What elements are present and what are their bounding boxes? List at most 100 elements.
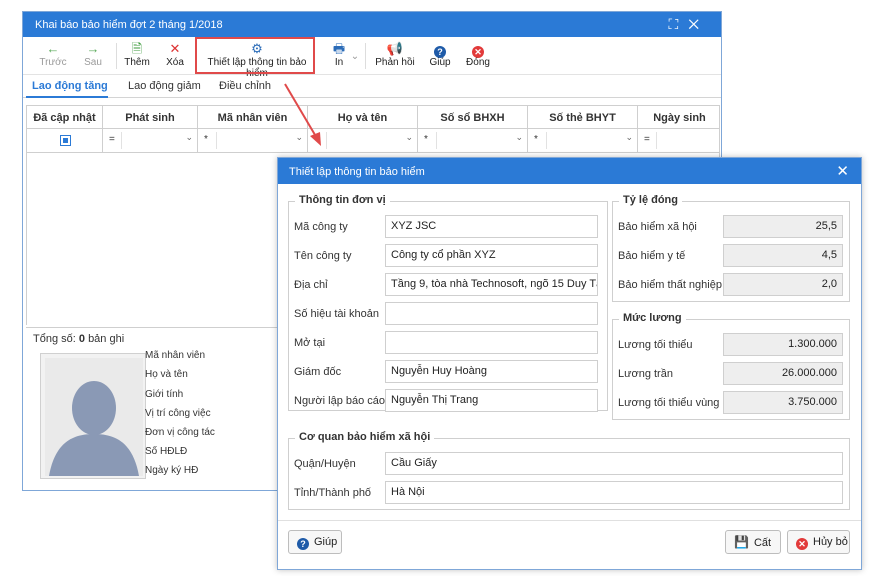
chevron-down-icon[interactable]: ⌄ bbox=[625, 132, 633, 143]
save-button[interactable]: 💾 Cất bbox=[725, 530, 781, 554]
address-label: Địa chỉ bbox=[294, 279, 328, 291]
megaphone-icon: 📢 bbox=[386, 41, 404, 56]
toolbar: ← Trước → Sau 🗎 Thêm ✕ Xóa ⚙ Thiết lập t… bbox=[23, 37, 721, 79]
district-label: Quận/Huyện bbox=[294, 458, 356, 470]
toolbar-separator bbox=[116, 43, 117, 69]
regional-min-salary-field[interactable]: 3.750.000 bbox=[723, 391, 843, 414]
help-icon: ? bbox=[297, 531, 309, 553]
filter-checkbox[interactable] bbox=[60, 135, 71, 146]
regional-min-salary-label: Lương tối thiểu vùng bbox=[618, 397, 720, 409]
min-salary-label: Lương tối thiểu bbox=[618, 339, 693, 351]
filter-health-card[interactable]: * ⌄ bbox=[528, 129, 638, 152]
unemployment-rate-field[interactable]: 2,0 bbox=[723, 273, 843, 296]
person-placeholder-icon bbox=[45, 358, 143, 476]
chevron-down-icon[interactable]: ⌄ bbox=[185, 132, 193, 143]
account-number-field[interactable] bbox=[385, 302, 598, 325]
divider bbox=[278, 520, 861, 521]
filter-birth-date[interactable]: = bbox=[638, 129, 721, 152]
col-birth-date[interactable]: Ngày sinh bbox=[638, 106, 721, 130]
cancel-icon: ✕ bbox=[796, 531, 808, 553]
col-social-book[interactable]: Số sổ BHXH bbox=[418, 106, 528, 130]
col-arise[interactable]: Phát sinh bbox=[103, 106, 198, 130]
add-document-icon: 🗎 bbox=[131, 41, 143, 56]
filter-employee-id[interactable]: * ⌄ bbox=[198, 129, 308, 152]
detail-employee-id: Mã nhân viên bbox=[145, 350, 206, 361]
dialog-titlebar: Thiết lập thông tin bảo hiểm ✕ bbox=[278, 158, 861, 184]
close-icon[interactable]: ✕ bbox=[836, 162, 849, 180]
feedback-button[interactable]: 📢 Phản hồi bbox=[373, 41, 417, 68]
save-icon: 💾 bbox=[734, 535, 749, 549]
maximize-icon[interactable]: ⛶ bbox=[669, 16, 689, 32]
x-icon: ✕ bbox=[169, 41, 181, 56]
setup-dialog: Thiết lập thông tin bảo hiểm ✕ Thông tin… bbox=[277, 157, 862, 570]
close-button[interactable]: ✕ Đóng bbox=[464, 41, 492, 68]
highlight-box bbox=[195, 37, 315, 74]
add-button[interactable]: 🗎 Thêm bbox=[122, 41, 152, 68]
social-insurance-rate-label: Bảo hiểm xã hội bbox=[618, 221, 697, 233]
close-circle-icon: ✕ bbox=[464, 41, 492, 58]
social-insurance-rate-field[interactable]: 25,5 bbox=[723, 215, 843, 238]
delete-button[interactable]: ✕ Xóa bbox=[162, 41, 188, 68]
toolbar-separator bbox=[365, 43, 366, 69]
salary-legend: Mức lương bbox=[619, 312, 686, 324]
print-button[interactable]: 🖶 In bbox=[325, 41, 353, 68]
arrow-right-icon: → bbox=[86, 41, 100, 56]
district-field[interactable]: Cầu Giấy bbox=[385, 452, 843, 475]
detail-contract-no: Số HĐLĐ bbox=[145, 446, 188, 457]
dialog-title: Thiết lập thông tin bảo hiểm bbox=[289, 166, 425, 178]
chevron-down-icon[interactable]: ⌄ bbox=[515, 132, 523, 143]
company-name-label: Tên công ty bbox=[294, 250, 352, 262]
help-button[interactable]: ? Giúp bbox=[288, 530, 342, 554]
chevron-down-icon[interactable]: ⌄ bbox=[295, 132, 303, 143]
province-label: Tỉnh/Thành phố bbox=[294, 487, 372, 499]
address-field[interactable]: Tầng 9, tòa nhà Technosoft, ngõ 15 Duy T… bbox=[385, 273, 598, 296]
chevron-down-icon[interactable]: ⌄ bbox=[405, 132, 413, 143]
arrow-left-icon: ← bbox=[46, 41, 60, 56]
main-titlebar: Khai báo bảo hiểm đợt 2 tháng 1/2018 ⛶✕ bbox=[23, 12, 721, 37]
company-name-field[interactable]: Công ty cổ phần XYZ bbox=[385, 244, 598, 267]
filter-arise[interactable]: = ⌄ bbox=[103, 129, 198, 152]
help-button[interactable]: ? Giúp bbox=[428, 41, 452, 68]
director-label: Giám đốc bbox=[294, 366, 342, 378]
detail-full-name: Họ và tên bbox=[145, 369, 188, 380]
detail-gender: Giới tính bbox=[145, 389, 184, 400]
close-icon[interactable]: ✕ bbox=[688, 16, 709, 32]
prev-button[interactable]: ← Trước bbox=[37, 41, 69, 68]
max-salary-field[interactable]: 26.000.000 bbox=[723, 362, 843, 385]
rates-legend: Tỷ lệ đóng bbox=[619, 194, 682, 206]
grid-header: Đã cập nhật Phát sinh Mã nhân viên Họ và… bbox=[26, 105, 721, 130]
printer-icon: 🖶 bbox=[332, 41, 346, 56]
health-insurance-rate-label: Bảo hiểm y tế bbox=[618, 250, 686, 262]
max-salary-label: Lương trần bbox=[618, 368, 673, 380]
grid-filter-row: = ⌄ * ⌄ * ⌄ * ⌄ * ⌄ = bbox=[26, 129, 720, 153]
tab-increase[interactable]: Lao động tăng bbox=[32, 80, 108, 92]
col-health-card[interactable]: Số thẻ BHYT bbox=[528, 106, 638, 130]
unit-info-legend: Thông tin đơn vị bbox=[295, 194, 390, 206]
tab-adjust[interactable]: Điều chỉnh bbox=[219, 80, 271, 92]
col-updated[interactable]: Đã cập nhật bbox=[27, 106, 103, 130]
tab-bar: Lao động tăng Lao động giảm Điều chỉnh bbox=[23, 76, 721, 98]
filter-full-name[interactable]: * ⌄ bbox=[308, 129, 418, 152]
help-icon: ? bbox=[428, 41, 452, 58]
avatar bbox=[40, 353, 146, 479]
health-insurance-rate-field[interactable]: 4,5 bbox=[723, 244, 843, 267]
company-code-field[interactable]: XYZ JSC bbox=[385, 215, 598, 238]
col-employee-id[interactable]: Mã nhân viên bbox=[198, 106, 308, 130]
director-field[interactable]: Nguyễn Huy Hoàng bbox=[385, 360, 598, 383]
province-field[interactable]: Hà Nội bbox=[385, 481, 843, 504]
filter-social-book[interactable]: * ⌄ bbox=[418, 129, 528, 152]
col-full-name[interactable]: Họ và tên bbox=[308, 106, 418, 130]
agency-legend: Cơ quan bảo hiểm xã hội bbox=[295, 431, 435, 443]
tab-decrease[interactable]: Lao động giảm bbox=[128, 80, 201, 92]
reporter-field[interactable]: Nguyễn Thị Trang bbox=[385, 389, 598, 412]
min-salary-field[interactable]: 1.300.000 bbox=[723, 333, 843, 356]
next-button[interactable]: → Sau bbox=[79, 41, 107, 68]
bank-field[interactable] bbox=[385, 331, 598, 354]
print-dropdown-icon[interactable]: ⌄ bbox=[350, 51, 360, 62]
window-controls: ⛶✕ bbox=[669, 16, 709, 33]
account-number-label: Số hiệu tài khoản bbox=[294, 308, 380, 320]
main-window-title: Khai báo bảo hiểm đợt 2 tháng 1/2018 bbox=[35, 19, 223, 31]
cancel-button[interactable]: ✕ Hủy bỏ bbox=[787, 530, 850, 554]
reporter-label: Người lập báo cáo bbox=[294, 395, 386, 407]
filter-updated bbox=[27, 129, 103, 152]
